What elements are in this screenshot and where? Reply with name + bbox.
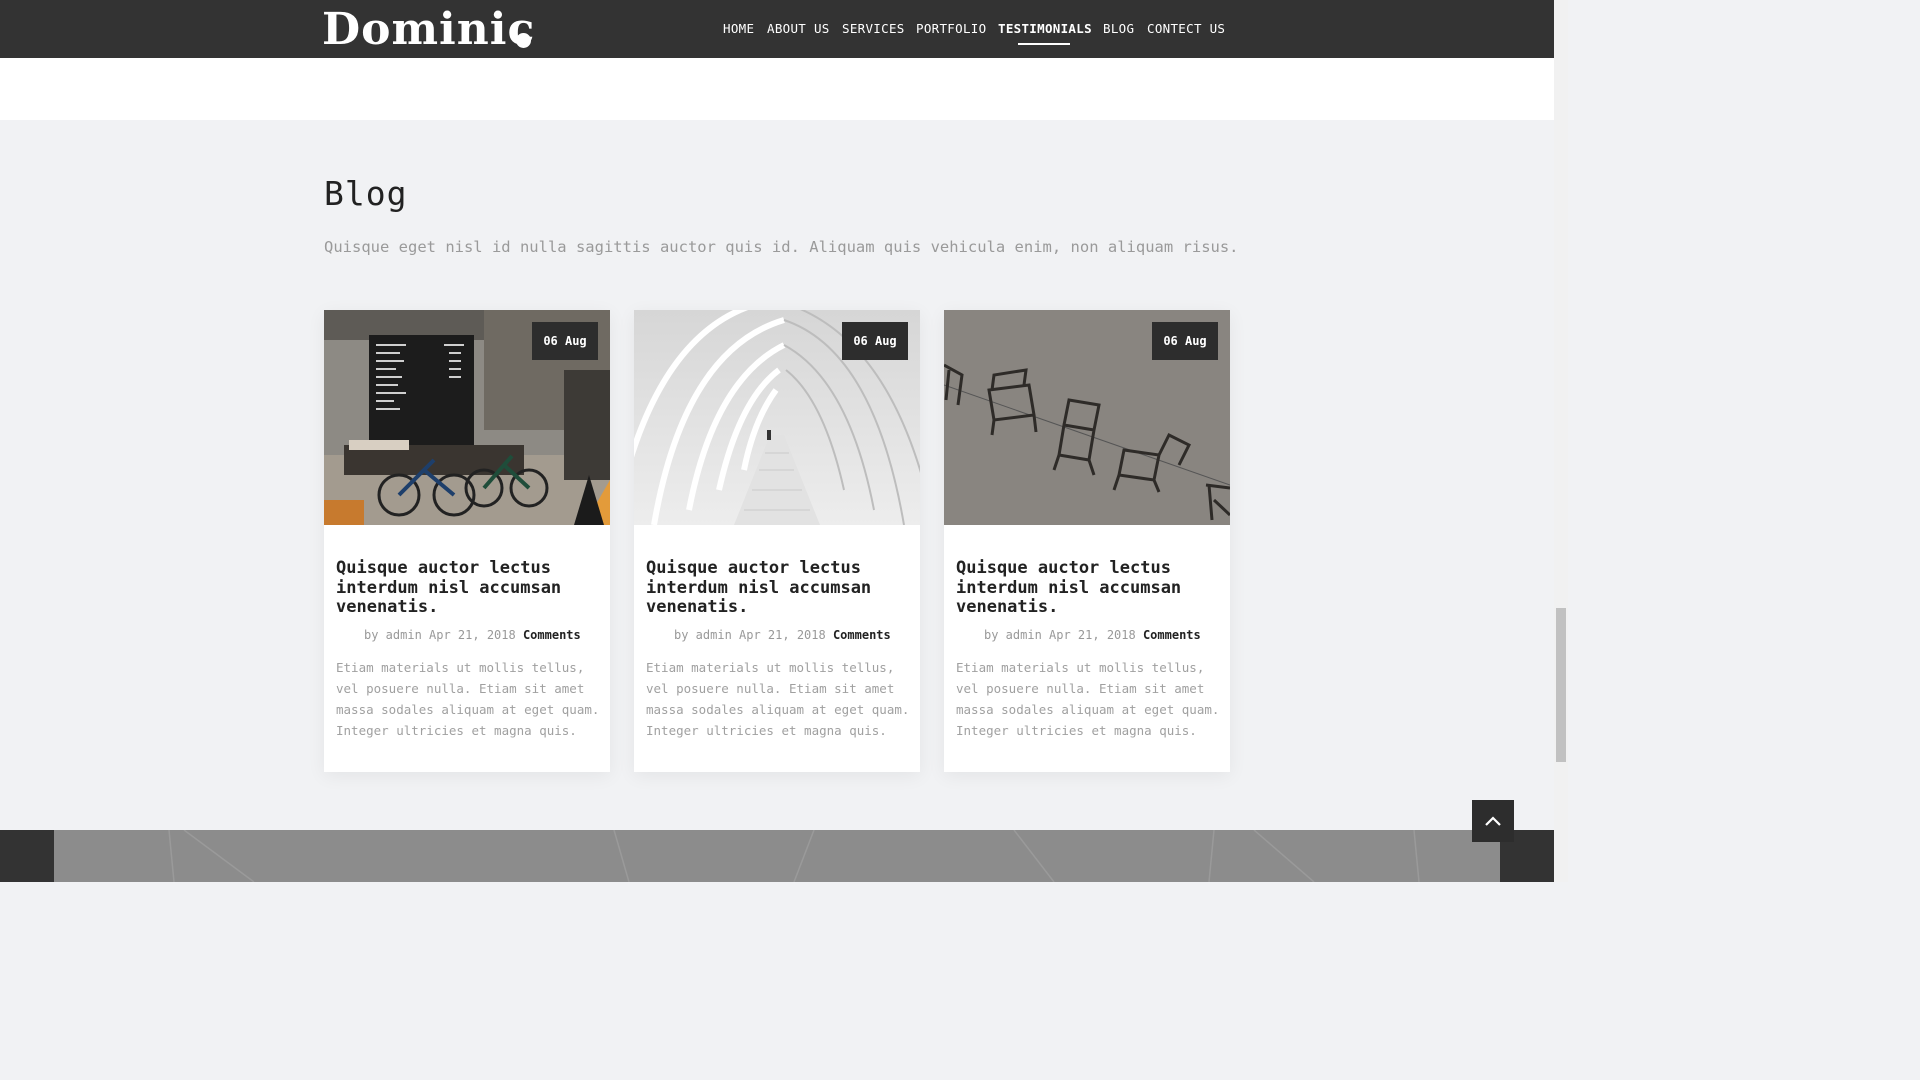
top-navbar: Dominic HOME ABOUT US SERVICES PORTFOLIO… <box>0 0 1554 58</box>
date-badge: 06 Aug <box>842 322 908 360</box>
floating-chairs-photo[interactable]: 06 Aug <box>944 310 1230 525</box>
comments-link[interactable]: Comments <box>1143 628 1201 642</box>
blog-card[interactable]: 06 Aug Quisque auctor lectus interdum ni… <box>324 310 610 772</box>
cafe-interior-photo[interactable]: 06 Aug <box>324 310 610 525</box>
white-corridor-photo[interactable]: 06 Aug <box>634 310 920 525</box>
scrollbar-thumb[interactable] <box>1556 608 1566 762</box>
nav-portfolio[interactable]: PORTFOLIO <box>916 21 986 36</box>
section-subtitle: Quisque eget nisl id nulla sagittis auct… <box>324 238 1239 256</box>
nav-services[interactable]: SERVICES <box>842 21 905 36</box>
nav-about-us[interactable]: ABOUT US <box>767 21 830 36</box>
nav-blog[interactable]: BLOG <box>1103 21 1134 36</box>
back-to-top-button[interactable] <box>1472 800 1514 842</box>
post-title[interactable]: Quisque auctor lectus interdum nisl accu… <box>336 558 586 618</box>
post-title[interactable]: Quisque auctor lectus interdum nisl accu… <box>646 558 896 618</box>
nav-contect-us[interactable]: CONTECT US <box>1147 21 1225 36</box>
blog-card[interactable]: 06 Aug Quisque auctor lectus interdum ni… <box>944 310 1230 772</box>
nav-testimonials[interactable]: TESTIMONIALS <box>998 21 1092 36</box>
post-meta: by admin Apr 21, 2018 Comments <box>364 628 581 642</box>
nav-home[interactable]: HOME <box>723 21 754 36</box>
nav-active-underline <box>1018 43 1070 45</box>
blog-card[interactable]: 06 Aug Quisque auctor lectus interdum ni… <box>634 310 920 772</box>
site-logo[interactable]: Dominic <box>322 4 535 56</box>
chevron-up-icon <box>1485 816 1501 826</box>
post-meta: by admin Apr 21, 2018 Comments <box>984 628 1201 642</box>
previous-section-bottom <box>0 58 1554 120</box>
logo-dot <box>516 33 531 48</box>
post-excerpt: Etiam materials ut mollis tellus, vel po… <box>336 660 600 738</box>
comments-link[interactable]: Comments <box>523 628 581 642</box>
post-author-date: by admin Apr 21, 2018 <box>364 628 516 642</box>
date-badge: 06 Aug <box>1152 322 1218 360</box>
post-excerpt: Etiam materials ut mollis tellus, vel po… <box>956 660 1220 738</box>
post-meta: by admin Apr 21, 2018 Comments <box>674 628 891 642</box>
footer-background-image <box>54 830 1500 882</box>
comments-link[interactable]: Comments <box>833 628 891 642</box>
post-excerpt: Etiam materials ut mollis tellus, vel po… <box>646 660 910 738</box>
section-title: Blog <box>324 174 408 213</box>
post-title[interactable]: Quisque auctor lectus interdum nisl accu… <box>956 558 1206 618</box>
post-author-date: by admin Apr 21, 2018 <box>674 628 826 642</box>
date-badge: 06 Aug <box>532 322 598 360</box>
post-author-date: by admin Apr 21, 2018 <box>984 628 1136 642</box>
page-scrollbar[interactable] <box>1554 0 1568 882</box>
